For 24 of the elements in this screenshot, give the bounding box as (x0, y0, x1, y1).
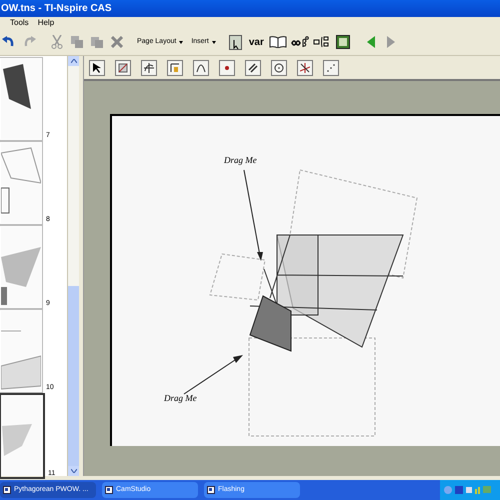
pointer-icon[interactable] (89, 60, 105, 76)
scrollbar[interactable] (68, 56, 79, 476)
curve-icon[interactable] (193, 60, 209, 76)
menu-item[interactable]: Help (38, 17, 54, 29)
arrow (182, 354, 244, 396)
axes-icon[interactable] (141, 60, 157, 76)
caret-icon (212, 40, 216, 44)
menu-item[interactable]: Tools (10, 17, 29, 29)
drag-label: Drag Me (164, 392, 197, 405)
window-icon (207, 486, 215, 494)
scatter-icon[interactable] (323, 60, 339, 76)
grid-cursor-icon[interactable] (226, 32, 245, 52)
tray-icons (444, 485, 494, 495)
parallel-lines-icon[interactable] (245, 60, 261, 76)
caret-icon (179, 40, 184, 44)
scroll-thumb[interactable] (68, 286, 79, 466)
drag-label: Drag Me (224, 154, 257, 167)
window-icon (105, 486, 113, 494)
window-icon (3, 486, 11, 494)
point-icon[interactable] (219, 60, 235, 76)
scroll-down-icon[interactable] (68, 466, 79, 476)
window-title: OW.tns - TI-Nspire CAS (1, 2, 112, 16)
scroll-up-icon[interactable] (68, 56, 79, 66)
var-button[interactable]: var (246, 34, 266, 50)
